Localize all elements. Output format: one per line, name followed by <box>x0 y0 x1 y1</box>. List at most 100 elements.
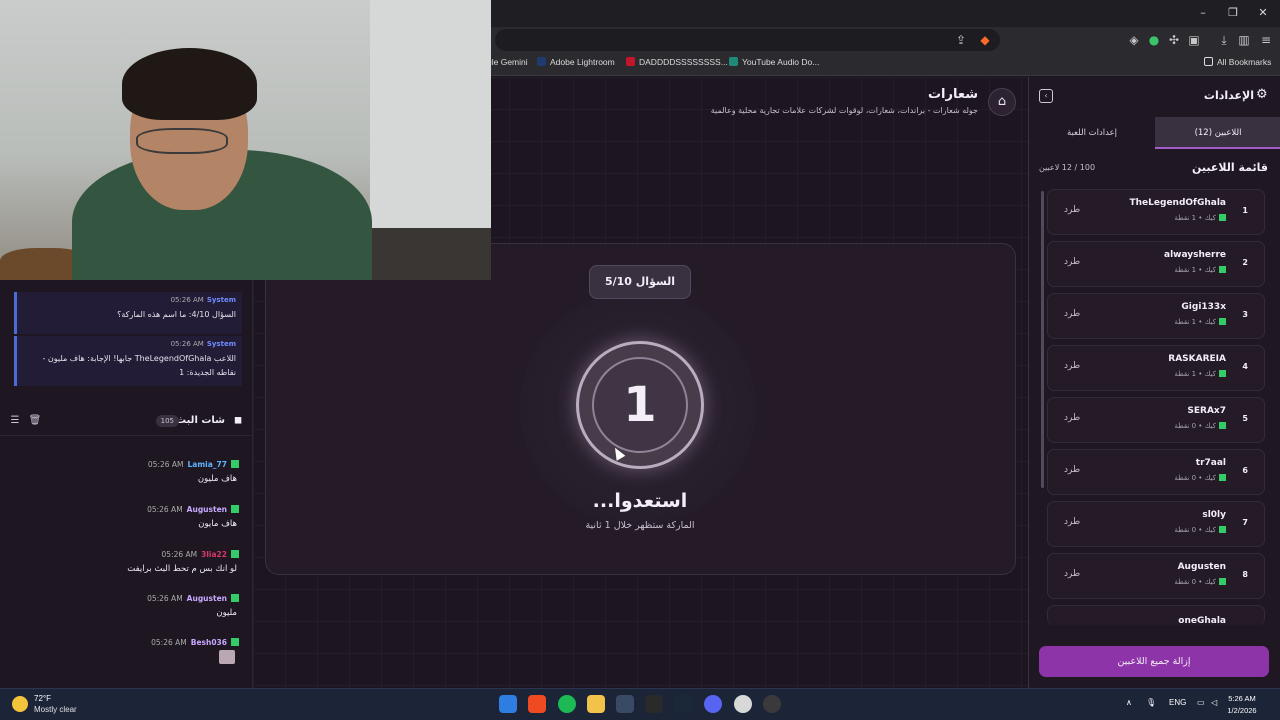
kick-button[interactable]: طرد <box>1064 413 1080 423</box>
players-count: 100 / 12 لاعبين <box>1039 163 1096 172</box>
kick-badge-icon <box>231 594 239 602</box>
chat-viewer-count: 105 <box>155 415 179 427</box>
system-message-header: 05:26 AM System <box>170 340 236 348</box>
menu-icon[interactable]: ≡ <box>1258 32 1274 48</box>
vpn-icon[interactable]: ● <box>1146 32 1162 48</box>
brave-shield-icon[interactable]: ◆ <box>977 32 993 48</box>
puzzle-icon[interactable]: ✣ <box>1166 32 1182 48</box>
list-icon[interactable]: ☰ <box>8 414 22 428</box>
chat-message-header: 05:26 AM Augusten <box>147 594 239 603</box>
kick-badge-icon <box>231 505 239 513</box>
file-explorer-icon[interactable] <box>587 695 605 713</box>
player-rank: 7 <box>1242 518 1248 527</box>
player-meta: كيك • 0 نقطة <box>1174 422 1226 430</box>
player-row: 2 alwaysherre كيك • 1 نقطة طرد <box>1047 241 1265 287</box>
bookmark-lightroom[interactable]: Adobe Lightroom <box>537 57 615 67</box>
player-rank: 3 <box>1242 310 1248 319</box>
kick-badge-icon <box>1219 422 1226 429</box>
sidebar-icon[interactable]: ▥ <box>1236 32 1252 48</box>
player-rank: 4 <box>1242 362 1248 371</box>
system-clock[interactable]: 5:26 AM 1/2/2026 <box>1222 693 1262 717</box>
all-bookmarks[interactable]: All Bookmarks <box>1204 57 1271 67</box>
player-name: Augusten <box>1177 562 1226 572</box>
share-icon[interactable]: ⇪ <box>953 32 969 48</box>
kick-button[interactable]: طرد <box>1064 569 1080 579</box>
app-icon[interactable] <box>616 695 634 713</box>
clock-date: 1/2/2026 <box>1227 706 1257 715</box>
kick-badge-icon <box>1219 214 1226 221</box>
extension-icon[interactable]: ◈ <box>1126 32 1142 48</box>
download-icon[interactable]: ⤓ <box>1216 32 1232 48</box>
weather-desc: Mostly clear <box>34 705 77 714</box>
kick-button[interactable]: طرد <box>1064 465 1080 475</box>
restore-icon[interactable]: ❐ <box>1218 4 1248 22</box>
lightroom-icon <box>537 57 546 66</box>
player-rank: 8 <box>1242 570 1248 579</box>
webcam-person <box>122 48 257 120</box>
player-row: 3 Gigi133x كيك • 1 نقطة طرد <box>1047 293 1265 339</box>
volume-icon[interactable]: ◁ <box>1211 698 1217 707</box>
language-indicator[interactable]: ENG <box>1169 698 1186 707</box>
chat-message-text: هاف مليون <box>197 474 237 484</box>
home-button[interactable]: ⌂ <box>988 88 1016 116</box>
obs-icon[interactable] <box>763 695 781 713</box>
steam-icon[interactable] <box>674 695 692 713</box>
collapse-panel-icon[interactable]: ‹ <box>1039 89 1053 103</box>
trash-icon[interactable]: 🗑 <box>28 414 42 428</box>
countdown-number: 1 <box>623 377 657 433</box>
player-meta: كيك • 0 نقطة <box>1174 526 1226 534</box>
remove-all-players-button[interactable]: إزالة جميع اللاعبين <box>1039 646 1269 677</box>
player-row: 5 SERAx7 كيك • 0 نقطة طرد <box>1047 397 1265 443</box>
brave-browser-icon[interactable] <box>528 695 546 713</box>
chat-icon: ◼ <box>233 415 243 426</box>
tray-chevron-icon[interactable]: ∧ <box>1126 698 1132 707</box>
chat-title: شات البث <box>176 415 225 426</box>
kick-badge-icon <box>1219 578 1226 585</box>
system-message-text: اللاعب TheLegendOfGhala جابها! الإجابة: … <box>42 354 236 377</box>
minimize-icon[interactable]: – <box>1188 4 1218 22</box>
bookmark-favicon <box>729 57 738 66</box>
webcam-overlay <box>0 0 491 280</box>
tab-players[interactable]: اللاعبين (12) <box>1155 117 1280 149</box>
system-message-text: السؤال 4/10: ما اسم هذه الماركة؟ <box>117 310 236 319</box>
bookmark-youtube-audio[interactable]: YouTube Audio Do... <box>729 57 819 67</box>
network-icon[interactable]: ▭ <box>1197 698 1205 707</box>
screen: – ❐ ✕ ⇪ ◆ ◈ ● ✣ ▣ ⤓ ▥ ≡ gle Gemini Adobe… <box>0 0 1280 720</box>
gear-icon: ⚙ <box>1256 87 1268 102</box>
weather-widget[interactable]: 72°F Mostly clear <box>12 694 102 716</box>
player-name: Gigi133x <box>1181 302 1226 312</box>
spotify-icon[interactable] <box>558 695 576 713</box>
discord-icon[interactable] <box>704 695 722 713</box>
bookmark-dadd[interactable]: DADDDDSSSSSSSS... <box>626 57 728 67</box>
windows-start-icon[interactable] <box>499 695 517 713</box>
epic-games-icon[interactable] <box>645 695 663 713</box>
settings-panel: ⚙ الإعدادات ‹ اللاعبين (12) إعدادات اللع… <box>1028 77 1280 688</box>
bookmark-gemini[interactable]: gle Gemini <box>487 57 528 67</box>
address-bar[interactable]: ⇪ ◆ <box>495 29 1000 51</box>
mic-icon[interactable]: 🎙 <box>1146 698 1156 707</box>
player-row: oneGhala <box>1047 605 1265 625</box>
tab-game-settings[interactable]: إعدادات اللعبة <box>1029 117 1155 149</box>
player-name: sl0ly <box>1202 510 1226 520</box>
settings-gear-icon[interactable] <box>734 695 752 713</box>
chat-message-text: لو انك بس م تحط البث برايفت <box>127 564 237 574</box>
chat-message: 05:26 AM Augusten هاف مايون <box>0 505 253 549</box>
kick-badge-icon <box>1219 370 1226 377</box>
kick-badge-icon <box>1219 474 1226 481</box>
chat-message: 05:26 AM 3lia22 لو انك بس م تحط البث براي… <box>0 550 253 594</box>
kick-button[interactable]: طرد <box>1064 205 1080 215</box>
player-rank: 6 <box>1242 466 1248 475</box>
home-icon: ⌂ <box>997 94 1007 109</box>
player-name: oneGhala <box>1178 616 1226 625</box>
player-row: 4 RASKAREIA كيك • 1 نقطة طرد <box>1047 345 1265 391</box>
tab-icon[interactable]: ▣ <box>1186 32 1202 48</box>
kick-button[interactable]: طرد <box>1064 517 1080 527</box>
close-icon[interactable]: ✕ <box>1248 4 1278 22</box>
kick-button[interactable]: طرد <box>1064 361 1080 371</box>
player-meta: كيك • 1 نقطة <box>1174 266 1226 274</box>
kick-button[interactable]: طرد <box>1064 309 1080 319</box>
players-scrollbar[interactable] <box>1041 191 1044 488</box>
weather-temp: 72°F <box>34 694 51 703</box>
kick-button[interactable]: طرد <box>1064 257 1080 267</box>
player-meta: كيك • 0 نقطة <box>1174 474 1226 482</box>
